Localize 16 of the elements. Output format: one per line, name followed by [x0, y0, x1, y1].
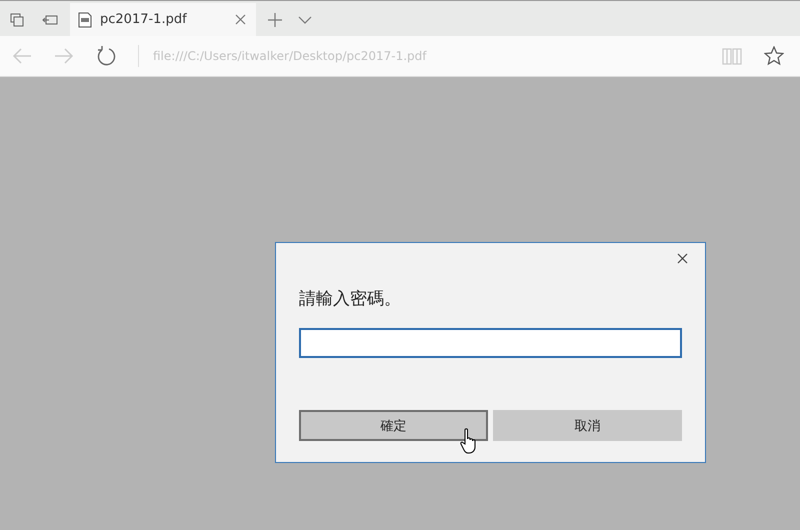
new-tab-icon[interactable]	[268, 12, 282, 26]
close-icon[interactable]	[235, 14, 246, 25]
star-icon[interactable]	[764, 46, 784, 66]
dialog-button[interactable]: 取消	[493, 410, 682, 441]
tab-title: pc2017-1.pdf	[100, 12, 188, 27]
chevron-down-icon[interactable]	[298, 16, 312, 24]
refresh-icon[interactable]	[96, 46, 116, 66]
dialog-message: 請輸入密碼。	[299, 288, 402, 310]
hand-cursor-icon	[460, 428, 478, 454]
browser-tab[interactable]: pc2017-1.pdf	[70, 3, 256, 36]
dialog-button[interactable]: 確定	[299, 410, 488, 441]
close-icon[interactable]	[677, 253, 688, 264]
tabs-aside-icon[interactable]	[10, 12, 24, 26]
password-field[interactable]	[299, 328, 682, 358]
pdf-file-icon	[78, 12, 92, 28]
tab-preview-icon[interactable]	[42, 14, 58, 26]
